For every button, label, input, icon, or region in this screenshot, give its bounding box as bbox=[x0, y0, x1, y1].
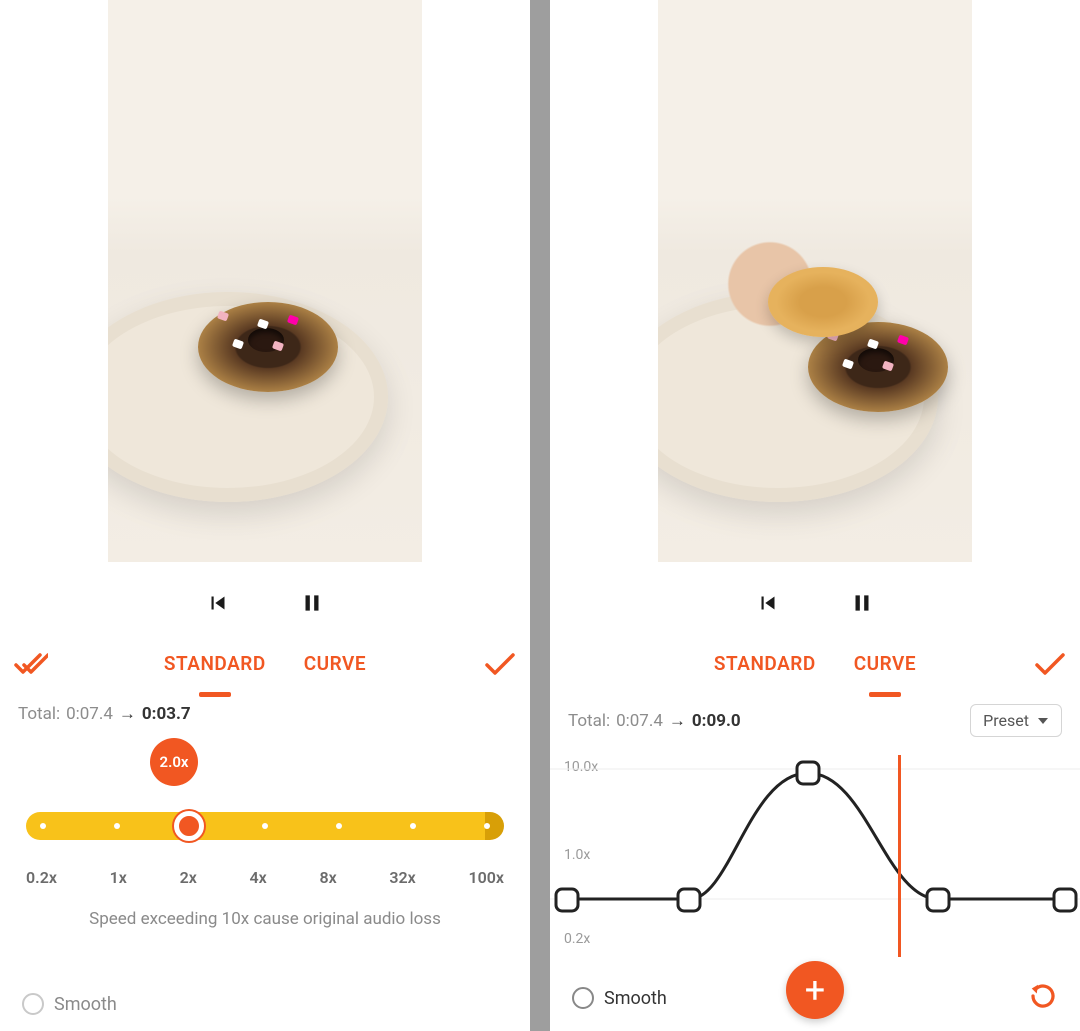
slider-track[interactable] bbox=[26, 812, 504, 840]
double-check-icon bbox=[14, 650, 48, 678]
preview-image bbox=[108, 0, 422, 562]
tab-standard[interactable]: STANDARD bbox=[164, 652, 266, 681]
confirm-button[interactable] bbox=[484, 651, 516, 681]
video-preview[interactable] bbox=[0, 0, 530, 572]
tick-label: 32x bbox=[389, 868, 415, 887]
slider-thumb[interactable] bbox=[174, 811, 204, 841]
speed-warning: Speed exceeding 10x cause original audio… bbox=[0, 909, 530, 929]
radio-icon bbox=[22, 993, 44, 1015]
tick-label: 4x bbox=[250, 868, 267, 887]
total-label: Total: bbox=[568, 711, 610, 731]
video-preview[interactable] bbox=[550, 0, 1080, 572]
total-in: 0:07.4 bbox=[616, 711, 663, 731]
tick-label: 2x bbox=[180, 868, 197, 887]
duration-readout: Total: 0:07.4 → 0:09.0 Preset bbox=[550, 698, 1080, 751]
check-icon bbox=[1034, 651, 1066, 677]
radio-icon bbox=[572, 987, 594, 1009]
smooth-toggle[interactable]: Smooth bbox=[22, 993, 117, 1015]
speed-mode-tabbar: STANDARD CURVE bbox=[550, 634, 1080, 698]
skip-previous-button[interactable] bbox=[202, 587, 234, 619]
tick-label: 1x bbox=[110, 868, 127, 887]
smooth-toggle[interactable]: Smooth bbox=[572, 987, 667, 1009]
slider-tick-labels: 0.2x 1x 2x 4x 8x 32x 100x bbox=[0, 868, 530, 887]
tick-label: 8x bbox=[319, 868, 336, 887]
transport-controls bbox=[0, 572, 530, 634]
tab-standard[interactable]: STANDARD bbox=[714, 652, 816, 681]
confirm-button[interactable] bbox=[1034, 651, 1066, 681]
preset-dropdown[interactable]: Preset bbox=[970, 704, 1062, 737]
tick-label: 0.2x bbox=[26, 868, 57, 887]
bottom-row: Smooth bbox=[0, 993, 530, 1015]
bottom-row: Smooth bbox=[550, 981, 1080, 1015]
divider bbox=[530, 0, 550, 1031]
smooth-label: Smooth bbox=[54, 994, 117, 1015]
arrow-icon: → bbox=[669, 711, 686, 731]
curve-svg bbox=[550, 755, 1080, 969]
speed-curve-chart[interactable]: 10.0x 1.0x 0.2x bbox=[550, 755, 1080, 969]
total-out: 0:03.7 bbox=[142, 704, 191, 724]
speed-badge: 2.0x bbox=[150, 738, 198, 786]
pause-button[interactable] bbox=[296, 587, 328, 619]
duration-readout: Total: 0:07.4 → 0:03.7 bbox=[0, 698, 530, 738]
apply-all-button[interactable] bbox=[14, 650, 48, 682]
pause-icon bbox=[299, 590, 325, 616]
pause-button[interactable] bbox=[846, 587, 878, 619]
tab-curve[interactable]: CURVE bbox=[854, 652, 916, 681]
preview-image bbox=[658, 0, 972, 562]
skip-previous-button[interactable] bbox=[752, 587, 784, 619]
phone-right: STANDARD CURVE Total: 0:07.4 → 0:09.0 Pr… bbox=[550, 0, 1080, 1031]
undo-button[interactable] bbox=[1028, 981, 1058, 1015]
curve-path bbox=[566, 773, 1066, 899]
playhead[interactable] bbox=[898, 755, 901, 957]
skip-previous-icon bbox=[205, 590, 231, 616]
total-label: Total: bbox=[18, 704, 60, 724]
undo-icon bbox=[1028, 981, 1058, 1011]
skip-previous-icon bbox=[755, 590, 781, 616]
total-out: 0:09.0 bbox=[692, 711, 741, 731]
arrow-icon: → bbox=[119, 704, 136, 724]
transport-controls bbox=[550, 572, 1080, 634]
tick-label: 100x bbox=[468, 868, 504, 887]
speed-slider[interactable]: 2.0x bbox=[0, 738, 530, 850]
smooth-label: Smooth bbox=[604, 988, 667, 1009]
tab-curve[interactable]: CURVE bbox=[304, 652, 366, 681]
preset-label: Preset bbox=[983, 711, 1029, 730]
check-icon bbox=[484, 651, 516, 677]
caret-down-icon bbox=[1037, 716, 1049, 726]
total-in: 0:07.4 bbox=[66, 704, 113, 724]
pause-icon bbox=[849, 590, 875, 616]
phone-left: STANDARD CURVE Total: 0:07.4 → 0:03.7 2.… bbox=[0, 0, 530, 1031]
curve-handles bbox=[556, 762, 1076, 911]
speed-mode-tabbar: STANDARD CURVE bbox=[0, 634, 530, 698]
